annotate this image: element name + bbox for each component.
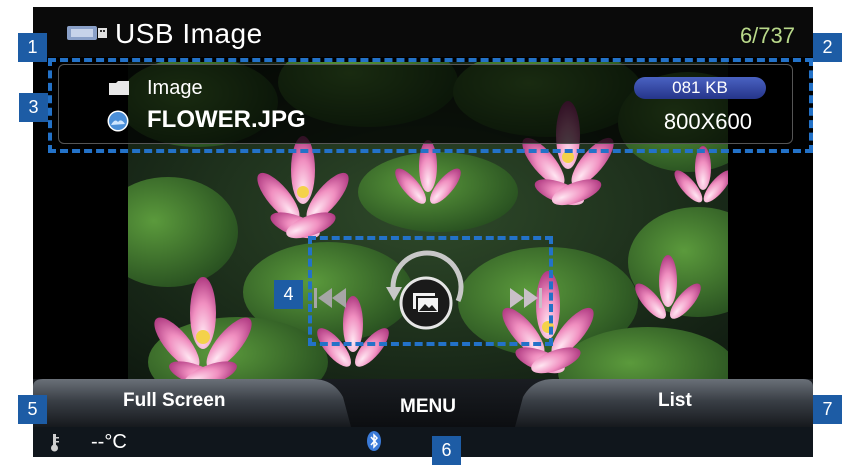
- menu-bar: Full Screen MENU List: [33, 379, 813, 427]
- callout-3: 3: [19, 93, 48, 122]
- usb-icon: [67, 26, 107, 40]
- image-counter: 6/737: [739, 23, 795, 48]
- temperature-readout: --°C: [91, 431, 127, 453]
- callout-box-controls: [308, 236, 553, 346]
- callout-1: 1: [18, 33, 47, 62]
- thermometer-icon: [51, 434, 59, 452]
- callout-7: 7: [813, 395, 842, 424]
- list-button[interactable]: List: [658, 390, 692, 412]
- menu-button[interactable]: MENU: [400, 396, 456, 418]
- callout-4: 4: [274, 280, 303, 309]
- callout-box-file-info: [48, 58, 813, 153]
- callout-2: 2: [813, 33, 842, 62]
- title-bar: USB Image 6/737: [33, 7, 813, 57]
- bluetooth-icon: [367, 431, 381, 451]
- callout-6: 6: [432, 436, 461, 465]
- app-title: USB Image: [115, 18, 263, 49]
- callout-5: 5: [18, 395, 47, 424]
- full-screen-button[interactable]: Full Screen: [123, 390, 225, 412]
- status-bar: --°C: [33, 427, 813, 457]
